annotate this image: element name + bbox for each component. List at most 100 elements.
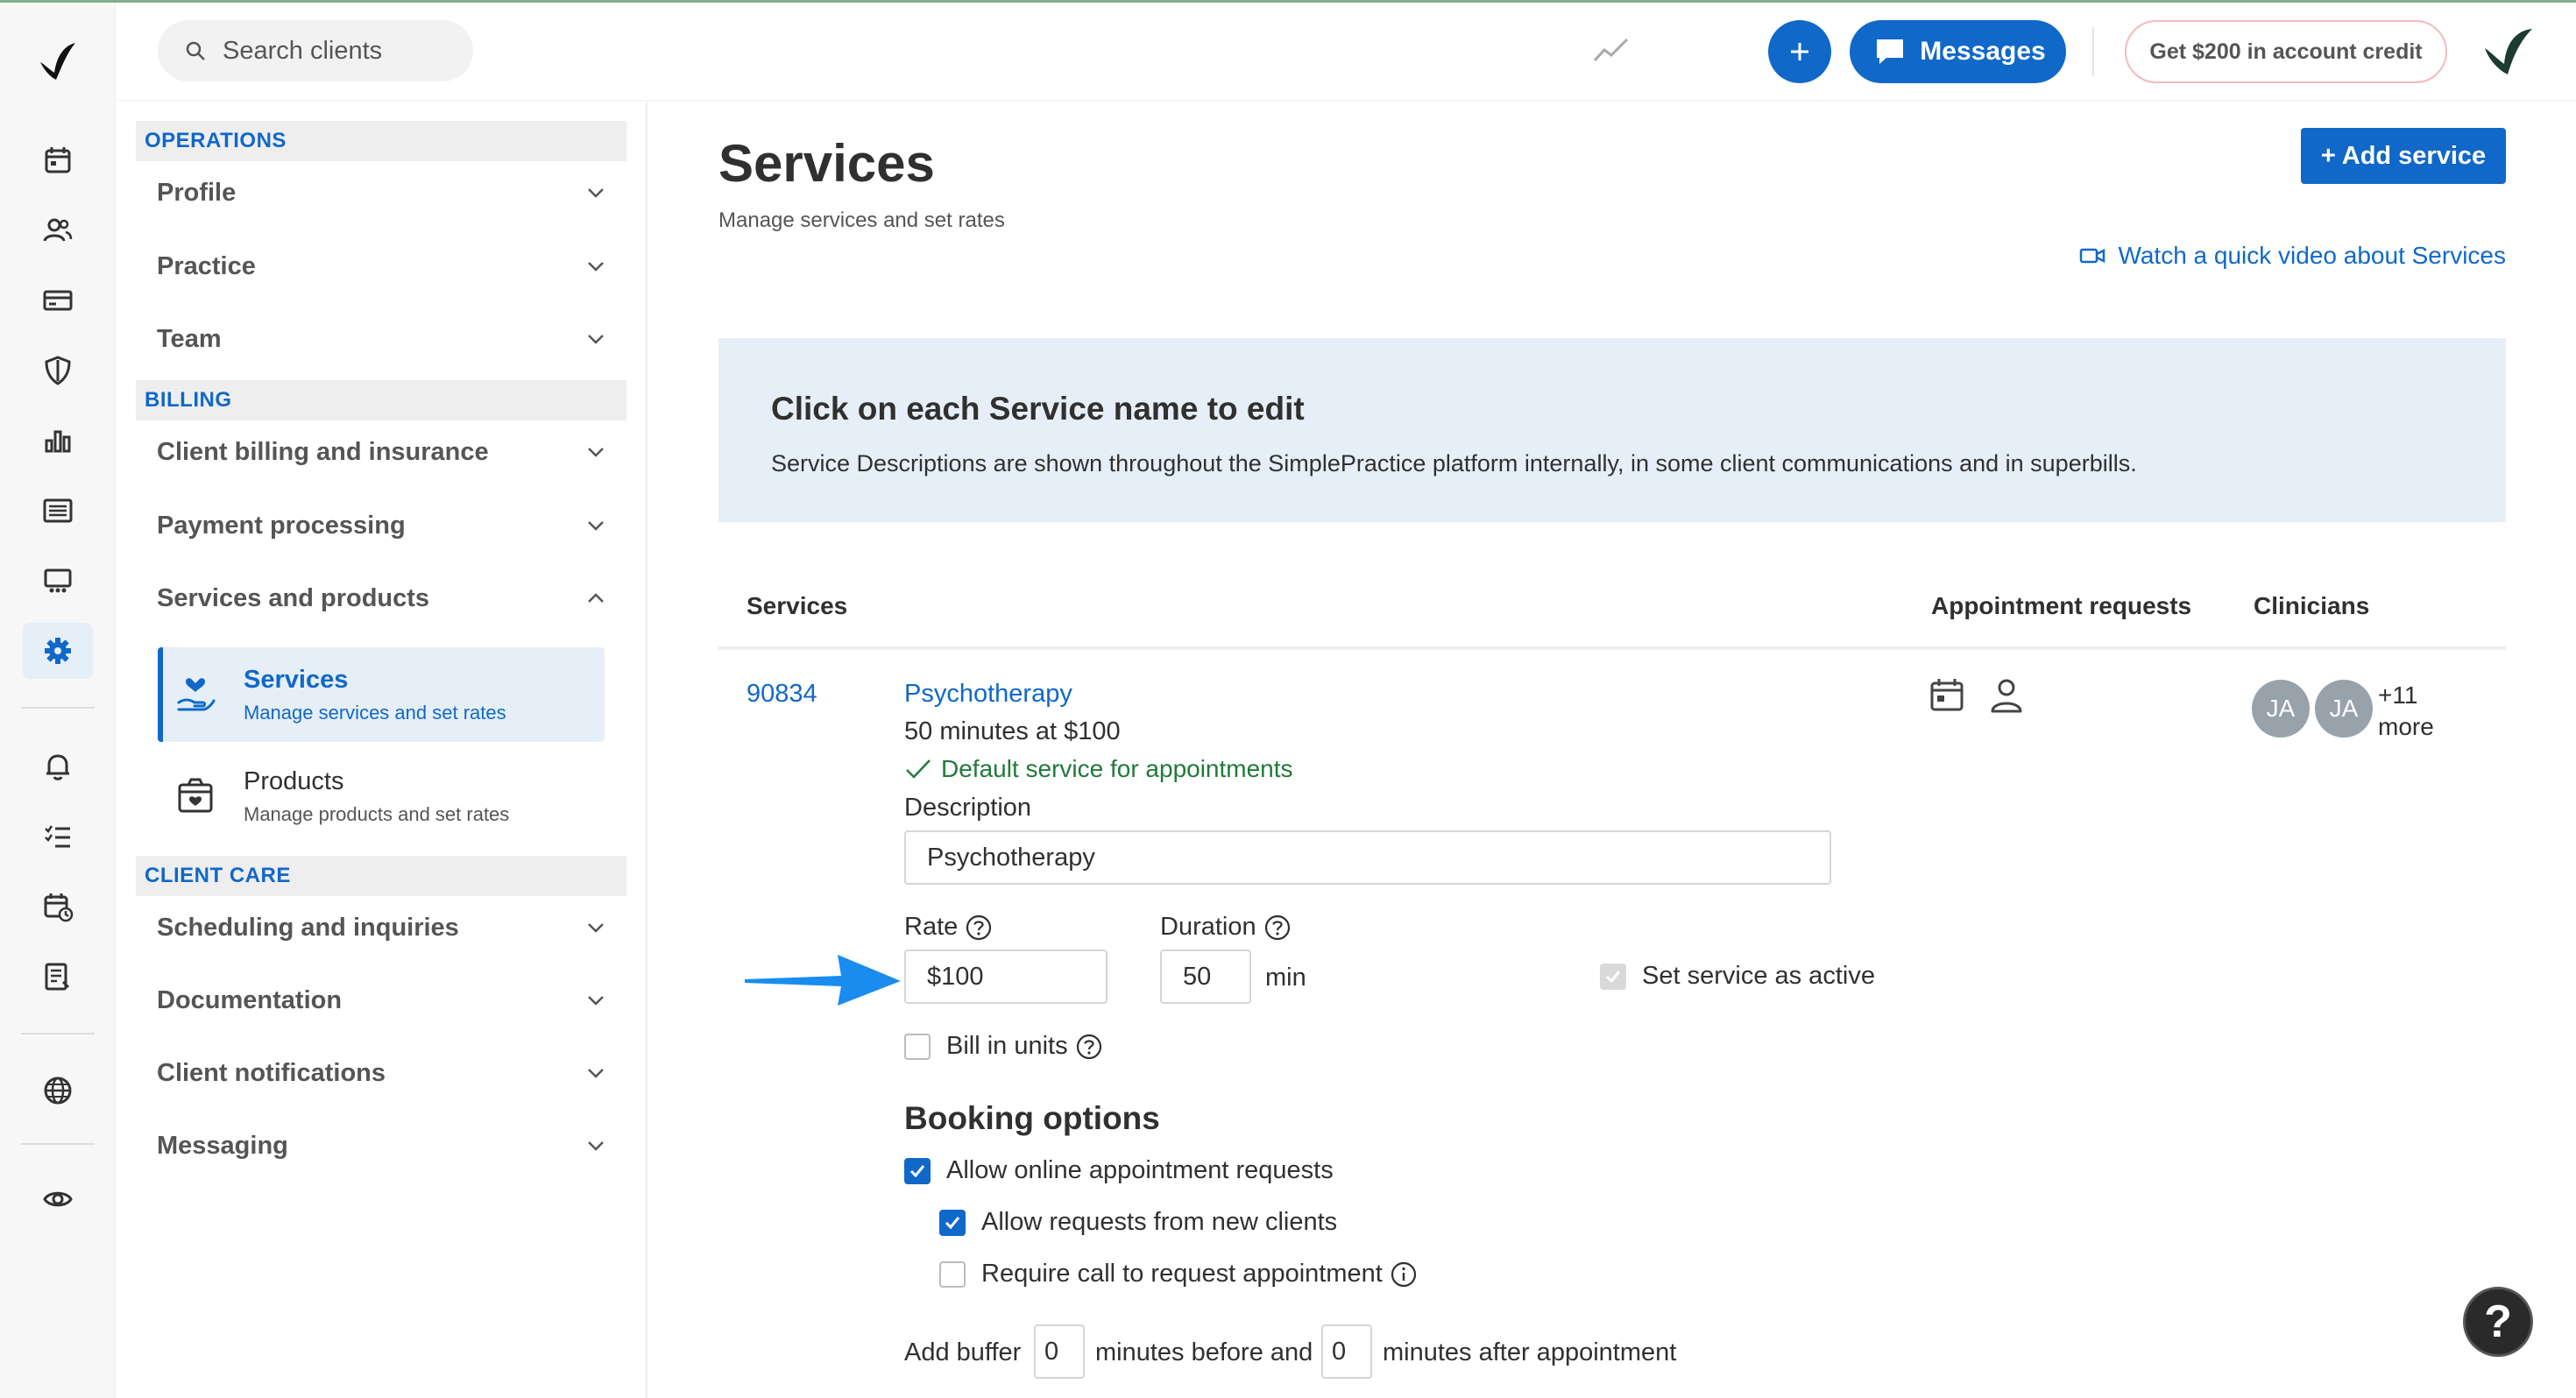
sidebar-item-documentation[interactable]: Documentation	[136, 974, 626, 1027]
chevron-down-icon	[588, 448, 604, 457]
activity-list-icon[interactable]	[23, 483, 93, 539]
eye-icon[interactable]	[23, 1171, 93, 1227]
subitem-title: Products	[244, 766, 344, 795]
allow-new-clients-checkbox[interactable]	[939, 1210, 966, 1236]
buffer-middle: minutes before and	[1095, 1338, 1313, 1366]
page-subtitle: Manage services and set rates	[718, 208, 1005, 232]
allow-new-clients-label: Allow requests from new clients	[981, 1208, 1338, 1236]
analytics-icon[interactable]	[23, 413, 93, 469]
help-circle-icon[interactable]	[1075, 1033, 1103, 1061]
sidebar-item-services-and-products[interactable]: Services and products	[136, 572, 626, 625]
rate-input[interactable]	[904, 950, 1108, 1004]
avatar: JA	[2252, 680, 2310, 738]
sidebar-item-profile[interactable]: Profile	[136, 166, 626, 219]
column-header-clinicians: Clinicians	[2254, 592, 2370, 619]
bill-in-units-checkbox[interactable]	[904, 1034, 931, 1060]
chevron-down-icon	[588, 923, 604, 933]
more-clinicians[interactable]: +11 more	[2378, 680, 2434, 743]
reports-icon[interactable]	[23, 949, 93, 1005]
subitem-description: Manage products and set rates	[244, 802, 510, 825]
chevron-down-icon	[588, 188, 604, 198]
set-active-label: Set service as active	[1642, 962, 1875, 990]
notifications-bell-icon[interactable]	[23, 738, 93, 794]
insurance-shield-icon[interactable]	[23, 342, 93, 399]
sidebar-item-payment-processing[interactable]: Payment processing	[136, 499, 626, 552]
more-clinicians-count: +11	[2378, 681, 2418, 709]
info-circle-icon[interactable]	[1390, 1260, 1418, 1289]
messages-button[interactable]: Messages	[1854, 20, 2066, 83]
sidebar-item-practice[interactable]: Practice	[136, 240, 626, 293]
sidebar-item-team[interactable]: Team	[136, 313, 626, 365]
icon-rail	[0, 3, 116, 1398]
checkmark-icon	[1605, 971, 1621, 984]
trend-chart-icon[interactable]	[1592, 34, 1631, 66]
avatar: JA	[2315, 680, 2373, 738]
tasks-list-icon[interactable]	[23, 808, 93, 865]
calendar-sync-icon[interactable]	[23, 879, 93, 935]
sidebar-item-label: Client notifications	[157, 1058, 386, 1087]
rail-divider	[21, 1033, 95, 1034]
chevron-down-icon	[588, 335, 604, 344]
sidebar-item-label: Practice	[157, 251, 256, 280]
subitem-description: Manage services and set rates	[244, 701, 506, 724]
banner-title: Click on each Service name to edit	[771, 391, 1305, 427]
service-code-link[interactable]: 90834	[747, 680, 817, 709]
sidebar-item-messaging[interactable]: Messaging	[136, 1119, 626, 1172]
checkmark-icon	[906, 759, 931, 779]
default-service-indicator: Default service for appointments	[904, 755, 1293, 783]
globe-icon[interactable]	[23, 1063, 93, 1119]
duration-input[interactable]	[1160, 950, 1251, 1004]
column-header-appointment-requests: Appointment requests	[1931, 592, 2192, 619]
logo-icon[interactable]	[35, 38, 81, 83]
chevron-down-icon	[588, 996, 604, 1006]
sidebar-item-client-notifications[interactable]: Client notifications	[136, 1047, 626, 1099]
sidebar-item-label: Documentation	[157, 985, 343, 1014]
video-link[interactable]: Watch a quick video about Services	[2066, 242, 2506, 270]
subitem-title: Services	[244, 665, 349, 694]
sidebar-item-client-billing[interactable]: Client billing and insurance	[136, 426, 626, 478]
booking-options-title: Booking options	[904, 1100, 1160, 1136]
bill-in-units-group: Bill in units	[946, 1032, 1103, 1061]
service-name-link[interactable]: Psychotherapy	[904, 680, 1072, 709]
pointer-arrow-icon	[745, 955, 901, 1006]
sidebar-subitem-products[interactable]: Products Manage products and set rates	[158, 749, 605, 844]
sidebar-item-label: Scheduling and inquiries	[157, 913, 459, 942]
service-summary: 50 minutes at $100	[904, 717, 1121, 745]
billing-card-icon[interactable]	[23, 272, 93, 328]
sidebar-item-label: Payment processing	[157, 511, 406, 540]
checkmark-icon	[945, 1217, 960, 1230]
settings-sidebar: OPERATIONS Profile Practice Team BILLING…	[117, 102, 648, 1398]
search-input[interactable]	[223, 36, 459, 66]
sidebar-subitem-services[interactable]: Services Manage services and set rates	[158, 647, 605, 742]
help-button[interactable]: ?	[2463, 1287, 2533, 1357]
sidebar-item-label: Team	[157, 324, 222, 353]
banner-text: Service Descriptions are shown throughou…	[771, 450, 2137, 477]
calendar-icon[interactable]	[1928, 676, 1966, 715]
create-new-button[interactable]	[1768, 20, 1831, 83]
checkmark-icon	[909, 1165, 925, 1178]
description-input[interactable]	[904, 830, 1831, 885]
sidebar-item-scheduling[interactable]: Scheduling and inquiries	[136, 901, 626, 954]
rail-divider	[21, 1143, 95, 1145]
rate-label-group: Rate	[904, 913, 993, 942]
require-call-checkbox[interactable]	[939, 1261, 966, 1288]
help-circle-icon[interactable]	[965, 914, 993, 942]
chat-bubble-icon	[1877, 39, 1904, 64]
clients-icon[interactable]	[23, 202, 93, 258]
allow-online-requests-checkbox[interactable]	[904, 1158, 931, 1184]
help-circle-icon[interactable]	[1263, 914, 1292, 942]
settings-gear-icon[interactable]	[23, 623, 93, 679]
page-title: Services	[718, 134, 935, 193]
section-header-client-care: CLIENT CARE	[136, 856, 626, 896]
person-icon[interactable]	[1987, 676, 2026, 715]
marketplace-icon[interactable]	[23, 553, 93, 609]
buffer-after-input[interactable]	[1321, 1324, 1372, 1379]
set-active-checkbox[interactable]	[1600, 964, 1626, 990]
search-box[interactable]	[158, 20, 473, 81]
account-credit-button[interactable]: Get $200 in account credit	[2125, 20, 2447, 83]
buffer-before-input[interactable]	[1034, 1324, 1085, 1379]
add-service-button[interactable]: + Add service	[2301, 128, 2506, 184]
calendar-icon[interactable]	[23, 132, 93, 188]
brand-logo-icon[interactable]	[2480, 25, 2536, 78]
sidebar-item-label: Services and products	[157, 583, 430, 612]
